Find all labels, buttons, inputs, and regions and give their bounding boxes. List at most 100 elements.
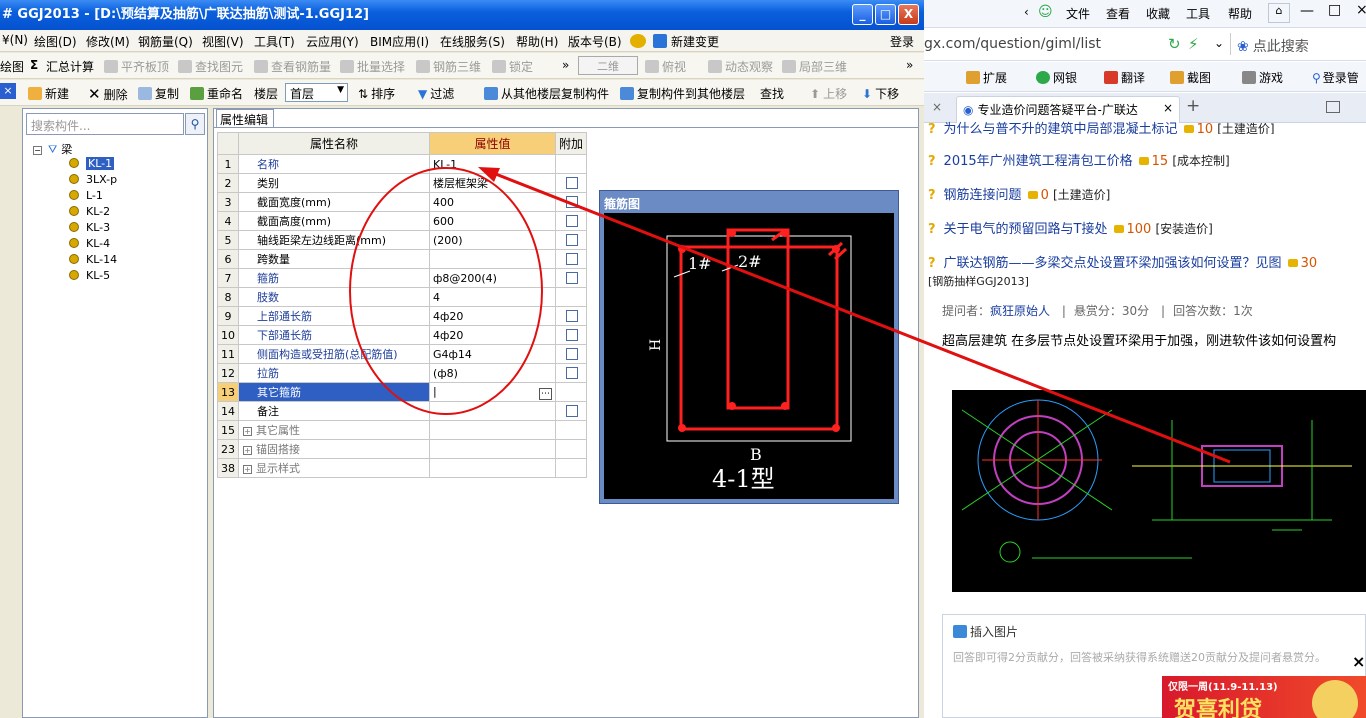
property-row[interactable]: 8 肢数 4 bbox=[217, 287, 588, 307]
question-category[interactable]: [土建造价] bbox=[1217, 122, 1274, 134]
property-value[interactable]: | bbox=[433, 385, 437, 398]
property-value[interactable]: 4ф20 bbox=[433, 329, 463, 342]
find-element-button[interactable]: 查找图元 bbox=[195, 60, 243, 74]
extra-checkbox[interactable] bbox=[565, 271, 578, 284]
minimize-icon[interactable]: — bbox=[1300, 3, 1314, 19]
menu-new-change[interactable]: 新建变更 bbox=[671, 33, 719, 50]
nav-chevron-icon[interactable]: ‹ bbox=[1024, 5, 1029, 19]
property-value-cell[interactable]: | ⋯ bbox=[428, 382, 556, 402]
property-value[interactable]: (200) bbox=[433, 234, 463, 247]
filter-button[interactable]: 过滤 bbox=[430, 87, 454, 101]
browser-menu-tools[interactable]: 工具 bbox=[1186, 5, 1210, 22]
property-value[interactable]: 楼层框架梁 bbox=[433, 177, 488, 190]
extra-checkbox[interactable] bbox=[565, 366, 578, 379]
tree-item-kl-1[interactable]: KL-1 bbox=[86, 157, 115, 170]
menu-tools[interactable]: 工具(T) bbox=[254, 33, 295, 50]
screenshot-button[interactable]: 截图 bbox=[1187, 71, 1211, 85]
search-box[interactable]: ❀ 点此搜索 bbox=[1230, 33, 1366, 55]
ad-close-icon[interactable]: × bbox=[1352, 652, 1365, 671]
property-row[interactable]: 23 + 锚固搭接 bbox=[217, 439, 588, 459]
window-icon[interactable] bbox=[1326, 101, 1340, 113]
expand-icon[interactable]: + bbox=[243, 427, 252, 436]
promo-banner[interactable]: 仅限一周(11.9-11.13) 贺喜利贷 bbox=[1162, 676, 1366, 718]
move-up-button[interactable]: 上移 bbox=[823, 87, 847, 101]
property-row[interactable]: 5 轴线距梁左边线距离(mm) (200) bbox=[217, 230, 588, 250]
extra-checkbox[interactable] bbox=[565, 328, 578, 341]
close-icon[interactable]: × bbox=[1356, 2, 1366, 18]
property-row[interactable]: 15 + 其它属性 bbox=[217, 420, 588, 440]
property-value[interactable]: G4ф14 bbox=[433, 348, 472, 361]
tab-close-icon[interactable]: × bbox=[1163, 101, 1173, 115]
panel-close-icon[interactable]: × bbox=[0, 83, 16, 99]
question-link[interactable]: 为什么与普不升的建筑中局部混凝土标记 bbox=[944, 122, 1178, 134]
property-name-cell[interactable]: 侧面构造或受扭筋(总配筋值) bbox=[238, 344, 430, 364]
bank-button[interactable]: 网银 bbox=[1053, 71, 1077, 85]
lock-button[interactable]: 锁定 bbox=[509, 60, 533, 74]
home-icon[interactable]: ⌂ bbox=[1268, 3, 1290, 23]
maximize-button[interactable]: □ bbox=[875, 4, 896, 25]
extra-checkbox[interactable] bbox=[565, 176, 578, 189]
menu-rebar-qty[interactable]: 钢筋量(Q) bbox=[138, 33, 193, 50]
property-value-cell[interactable]: (ф8) bbox=[428, 363, 556, 383]
property-row[interactable]: 11 侧面构造或受扭筋(总配筋值) G4ф14 bbox=[217, 344, 588, 364]
property-name-cell[interactable]: 跨数量 bbox=[238, 249, 430, 269]
ellipsis-button[interactable]: ⋯ bbox=[538, 387, 552, 400]
question-category[interactable]: [成本控制] bbox=[1172, 154, 1229, 168]
level-top-button[interactable]: 平齐板顶 bbox=[121, 60, 169, 74]
url-input[interactable]: gx.com/question/giml/list bbox=[924, 36, 1101, 52]
property-name-cell[interactable]: 下部通长筋 bbox=[238, 325, 430, 345]
local-3d-button[interactable]: 局部三维 bbox=[799, 60, 847, 74]
property-name-cell[interactable]: 备注 bbox=[238, 401, 430, 421]
move-down-button[interactable]: 下移 bbox=[875, 87, 899, 101]
extra-checkbox[interactable] bbox=[565, 195, 578, 208]
property-name-cell[interactable]: 肢数 bbox=[238, 287, 430, 307]
question-link[interactable]: 钢筋连接问题 bbox=[944, 188, 1022, 203]
property-value-cell[interactable]: 楼层框架梁 bbox=[428, 173, 556, 193]
reply-textarea[interactable]: 回答即可得2分贡献分，回答被采纳获得系统赠送20贡献分及提问者悬赏分。 bbox=[953, 649, 1363, 665]
delete-button[interactable]: 删除 bbox=[104, 88, 128, 102]
tab-property-edit[interactable]: 属性编辑 bbox=[216, 109, 274, 127]
tree-item[interactable]: KL-3 bbox=[86, 221, 110, 234]
extra-checkbox[interactable] bbox=[565, 233, 578, 246]
draw-button[interactable]: 绘图 bbox=[0, 58, 24, 75]
property-name-cell[interactable]: 上部通长筋 bbox=[238, 306, 430, 326]
floor-select[interactable]: 首层 ▼ bbox=[285, 83, 348, 102]
property-name-cell[interactable]: + 锚固搭接 bbox=[238, 439, 430, 459]
extra-checkbox[interactable] bbox=[565, 347, 578, 360]
property-row[interactable]: 3 截面宽度(mm) 400 bbox=[217, 192, 588, 212]
restore-icon[interactable]: □ bbox=[1328, 2, 1341, 18]
tree-root-beam[interactable]: 梁 bbox=[61, 143, 72, 156]
top-view-button[interactable]: 俯视 bbox=[662, 60, 686, 74]
tree-item[interactable]: L-1 bbox=[86, 189, 103, 202]
property-name-cell[interactable]: 名称 bbox=[238, 154, 430, 174]
question-category[interactable]: [土建造价] bbox=[1053, 188, 1110, 202]
menu-file[interactable]: ¥(N) bbox=[2, 33, 28, 47]
find-button[interactable]: 查找 bbox=[760, 85, 784, 102]
property-row[interactable]: 2 类别 楼层框架梁 bbox=[217, 173, 588, 193]
view-rebar-button[interactable]: 查看钢筋量 bbox=[271, 60, 331, 74]
rebar-3d-button[interactable]: 钢筋三维 bbox=[433, 60, 481, 74]
property-value[interactable]: 4ф20 bbox=[433, 310, 463, 323]
expand-icon[interactable]: + bbox=[243, 446, 252, 455]
question-category[interactable]: [安装造价] bbox=[1155, 222, 1212, 236]
question-link[interactable]: 广联达钢筋——多梁交点处设置环梁加强该如何设置？见图 bbox=[944, 256, 1282, 271]
asker-name[interactable]: 疯狂原始人 bbox=[990, 304, 1050, 318]
property-row[interactable]: 13 其它箍筋 | ⋯ bbox=[217, 382, 588, 402]
login-manage-button[interactable]: 登录管 bbox=[1323, 71, 1359, 85]
extension-button[interactable]: 扩展 bbox=[983, 71, 1007, 85]
browser-menu-help[interactable]: 帮助 bbox=[1228, 5, 1252, 22]
property-value-cell[interactable]: 4ф20 bbox=[428, 325, 556, 345]
property-value[interactable]: 4 bbox=[433, 291, 440, 304]
property-row[interactable]: 10 下部通长筋 4ф20 bbox=[217, 325, 588, 345]
component-search-input[interactable]: 搜索构件... bbox=[26, 113, 184, 135]
property-value-cell[interactable]: KL-1 bbox=[428, 154, 556, 174]
property-value-cell[interactable]: ф8@200(4) bbox=[428, 268, 556, 288]
property-value-cell[interactable]: 400 bbox=[428, 192, 556, 212]
question-link[interactable]: 关于电气的预留回路与T接处 bbox=[944, 222, 1108, 237]
property-row[interactable]: 1 名称 KL-1 bbox=[217, 154, 588, 174]
property-name-cell[interactable]: 截面宽度(mm) bbox=[238, 192, 430, 212]
close-tab-left-icon[interactable]: × bbox=[932, 100, 942, 114]
property-value-cell[interactable] bbox=[428, 420, 556, 440]
property-name-cell[interactable]: 轴线距梁左边线距离(mm) bbox=[238, 230, 430, 250]
extra-checkbox[interactable] bbox=[565, 404, 578, 417]
